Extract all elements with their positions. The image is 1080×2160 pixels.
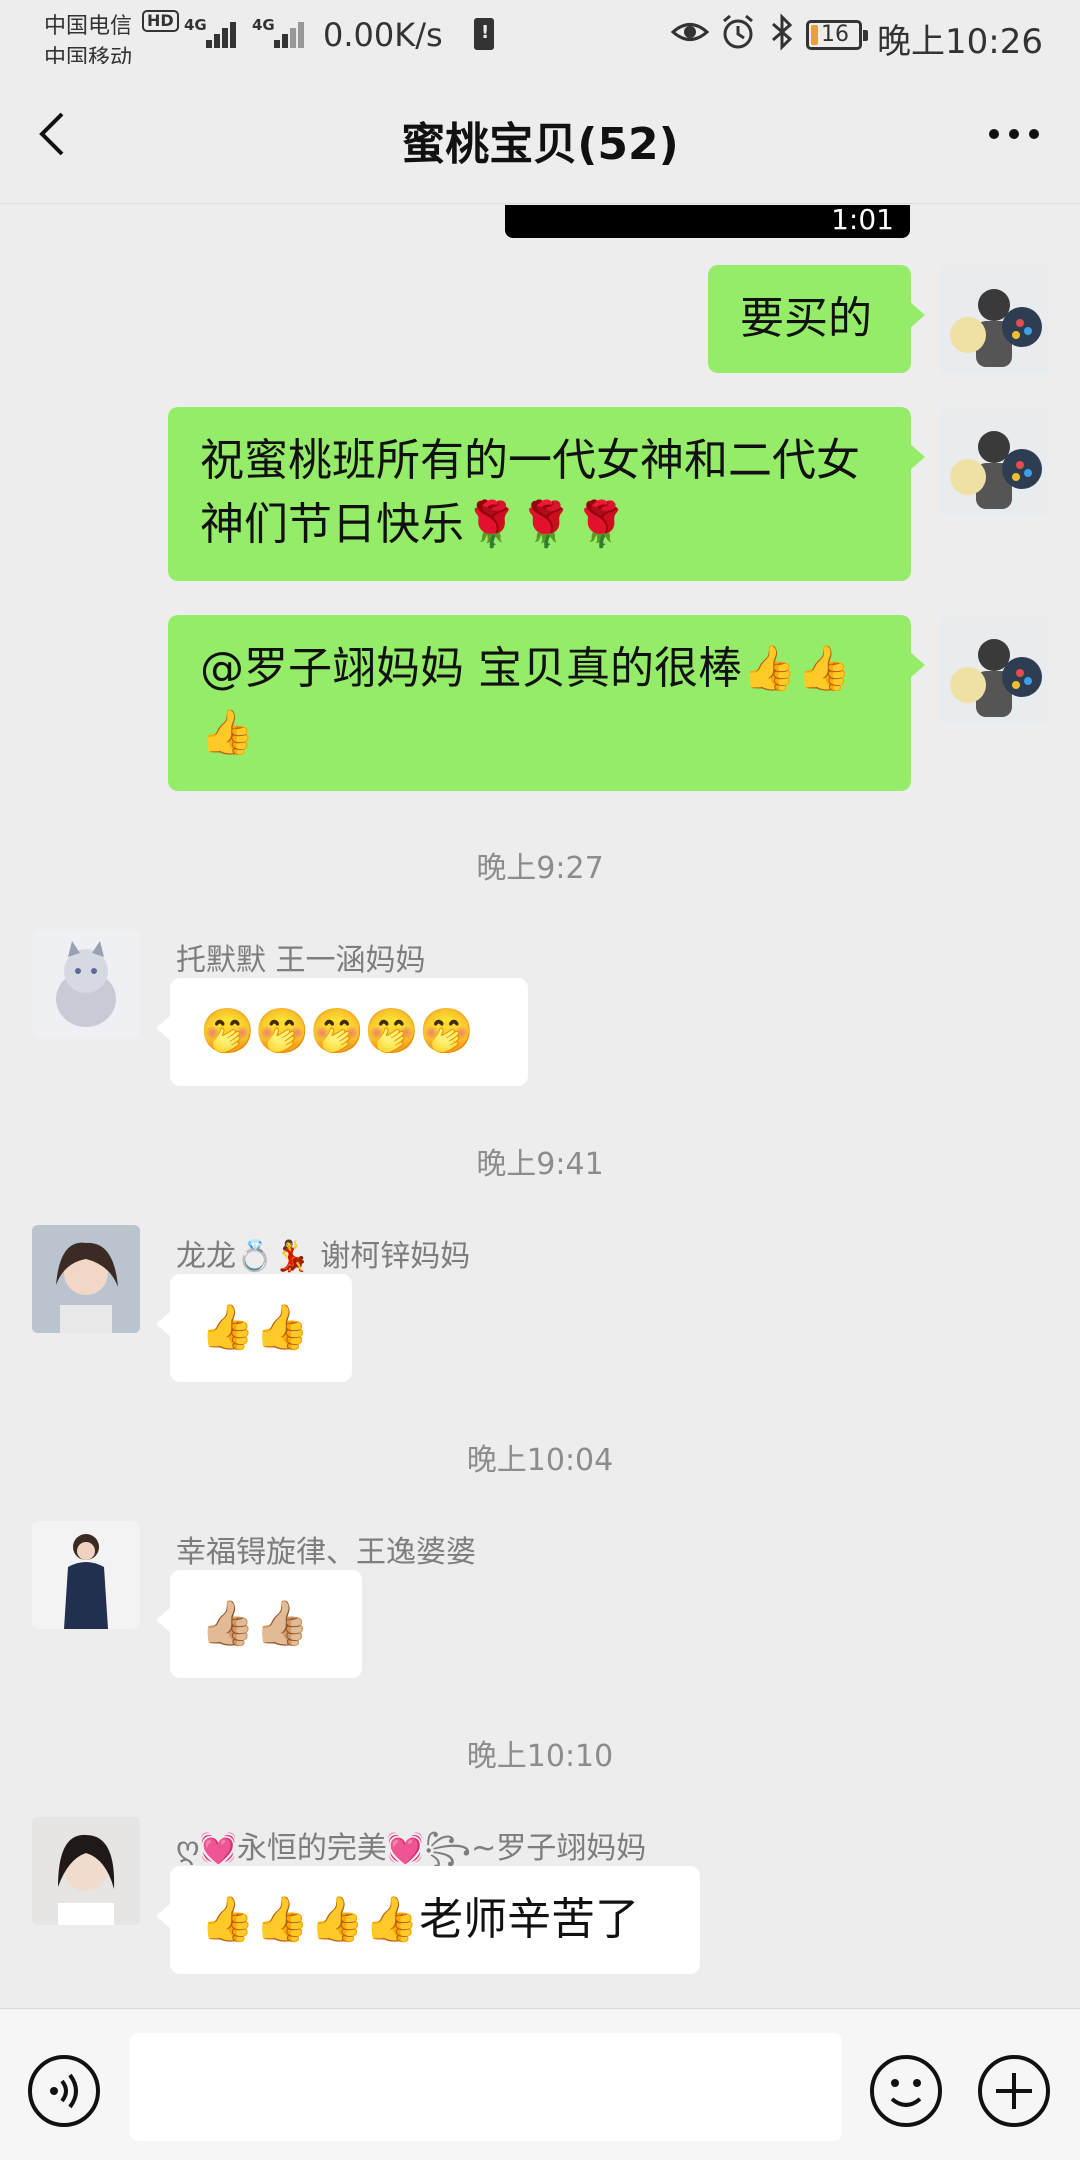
my-avatar[interactable] — [940, 615, 1048, 723]
message-timestamp: 晚上10:04 — [466, 1443, 614, 1478]
video-duration: 1:01 — [831, 205, 894, 236]
avatar-image — [940, 615, 1048, 723]
incoming-message-bubble[interactable]: 👍👍👍👍老师辛苦了 — [156, 1866, 700, 1974]
incoming-message-bubble[interactable]: 👍🏼👍🏼 — [156, 1570, 362, 1678]
hd-badge: HD — [142, 10, 179, 32]
message-timestamp: 晚上9:41 — [476, 1147, 604, 1182]
sender-name: 托默默 王一涵妈妈 — [176, 943, 426, 978]
bluetooth-icon — [772, 13, 793, 51]
signal-icon-2: 4G — [252, 12, 308, 52]
avatar-image — [32, 1225, 140, 1333]
incoming-message-bubble[interactable]: 👍👍 — [156, 1274, 352, 1382]
alarm-icon — [723, 14, 753, 49]
message-timestamp: 晚上9:27 — [476, 851, 604, 886]
sim-alert-icon — [474, 18, 494, 50]
message-input[interactable] — [130, 2033, 842, 2141]
message-text: 👍👍👍👍老师辛苦了 — [200, 1894, 640, 1945]
message-text: 👍🏼👍🏼 — [200, 1598, 310, 1649]
input-bar — [0, 2008, 1080, 2160]
signal-icon-1: 4G — [184, 12, 240, 52]
my-message-bubble[interactable]: @罗子翊妈妈 宝贝真的很棒👍👍👍 — [168, 615, 925, 791]
voice-input-button[interactable] — [26, 2053, 102, 2129]
emoji-button[interactable] — [868, 2053, 944, 2129]
battery-icon: 16 — [806, 20, 868, 50]
sender-avatar[interactable] — [32, 929, 140, 1037]
battery-level: 16 — [821, 22, 849, 47]
network-type-1: 4G — [184, 16, 207, 34]
more-actions-button[interactable] — [976, 2053, 1052, 2129]
avatar-image — [32, 929, 140, 1037]
more-options-button[interactable] — [986, 114, 1042, 154]
sender-avatar[interactable] — [32, 1521, 140, 1629]
chat-header: 蜜桃宝贝(52) — [0, 64, 1080, 204]
my-message-bubble[interactable]: 要买的 — [708, 265, 925, 373]
sender-name: 幸福锝旋律、王逸婆婆 — [176, 1535, 476, 1570]
sender-avatar[interactable] — [32, 1817, 140, 1925]
avatar-image — [32, 1521, 140, 1629]
status-bar: 中国电信 中国移动 HD 4G 4G 0.00K/s 16 晚上10:26 — [0, 0, 1080, 71]
carrier-name-1: 中国电信 — [44, 14, 133, 39]
message-text: 祝蜜桃班所有的一代女神和二代女神们节日快乐🌹🌹🌹 — [200, 435, 860, 550]
incoming-message-bubble[interactable]: 🤭🤭🤭🤭🤭 — [156, 978, 528, 1086]
message-timestamp: 晚上10:10 — [466, 1739, 614, 1774]
avatar-image — [940, 407, 1048, 515]
message-text: 👍👍 — [200, 1302, 310, 1353]
status-time: 晚上10:26 — [877, 22, 1043, 62]
avatar-image — [940, 265, 1048, 373]
eye-icon — [670, 23, 710, 41]
my-message-bubble[interactable]: 祝蜜桃班所有的一代女神和二代女神们节日快乐🌹🌹🌹 — [168, 407, 925, 581]
message-text: @罗子翊妈妈 宝贝真的很棒👍👍👍 — [200, 643, 852, 758]
message-text: 🤭🤭🤭🤭🤭 — [200, 1006, 474, 1057]
sender-avatar[interactable] — [32, 1225, 140, 1333]
message-list[interactable]: 1:01 要买的 祝蜜桃班所有的一代女神和二代女神们节日快乐🌹🌹🌹 @罗子翊妈妈… — [0, 205, 1080, 2008]
chat-title: 蜜桃宝贝(52) — [401, 119, 679, 170]
net-speed: 0.00K/s — [323, 16, 443, 54]
avatar-image — [32, 1817, 140, 1925]
sender-name: 龙龙💍💃 谢柯锌妈妈 — [176, 1239, 471, 1274]
message-text: 要买的 — [740, 293, 872, 344]
network-type-2: 4G — [252, 16, 275, 34]
my-avatar[interactable] — [940, 407, 1048, 515]
video-message[interactable]: 1:01 — [505, 205, 910, 238]
my-avatar[interactable] — [940, 265, 1048, 373]
